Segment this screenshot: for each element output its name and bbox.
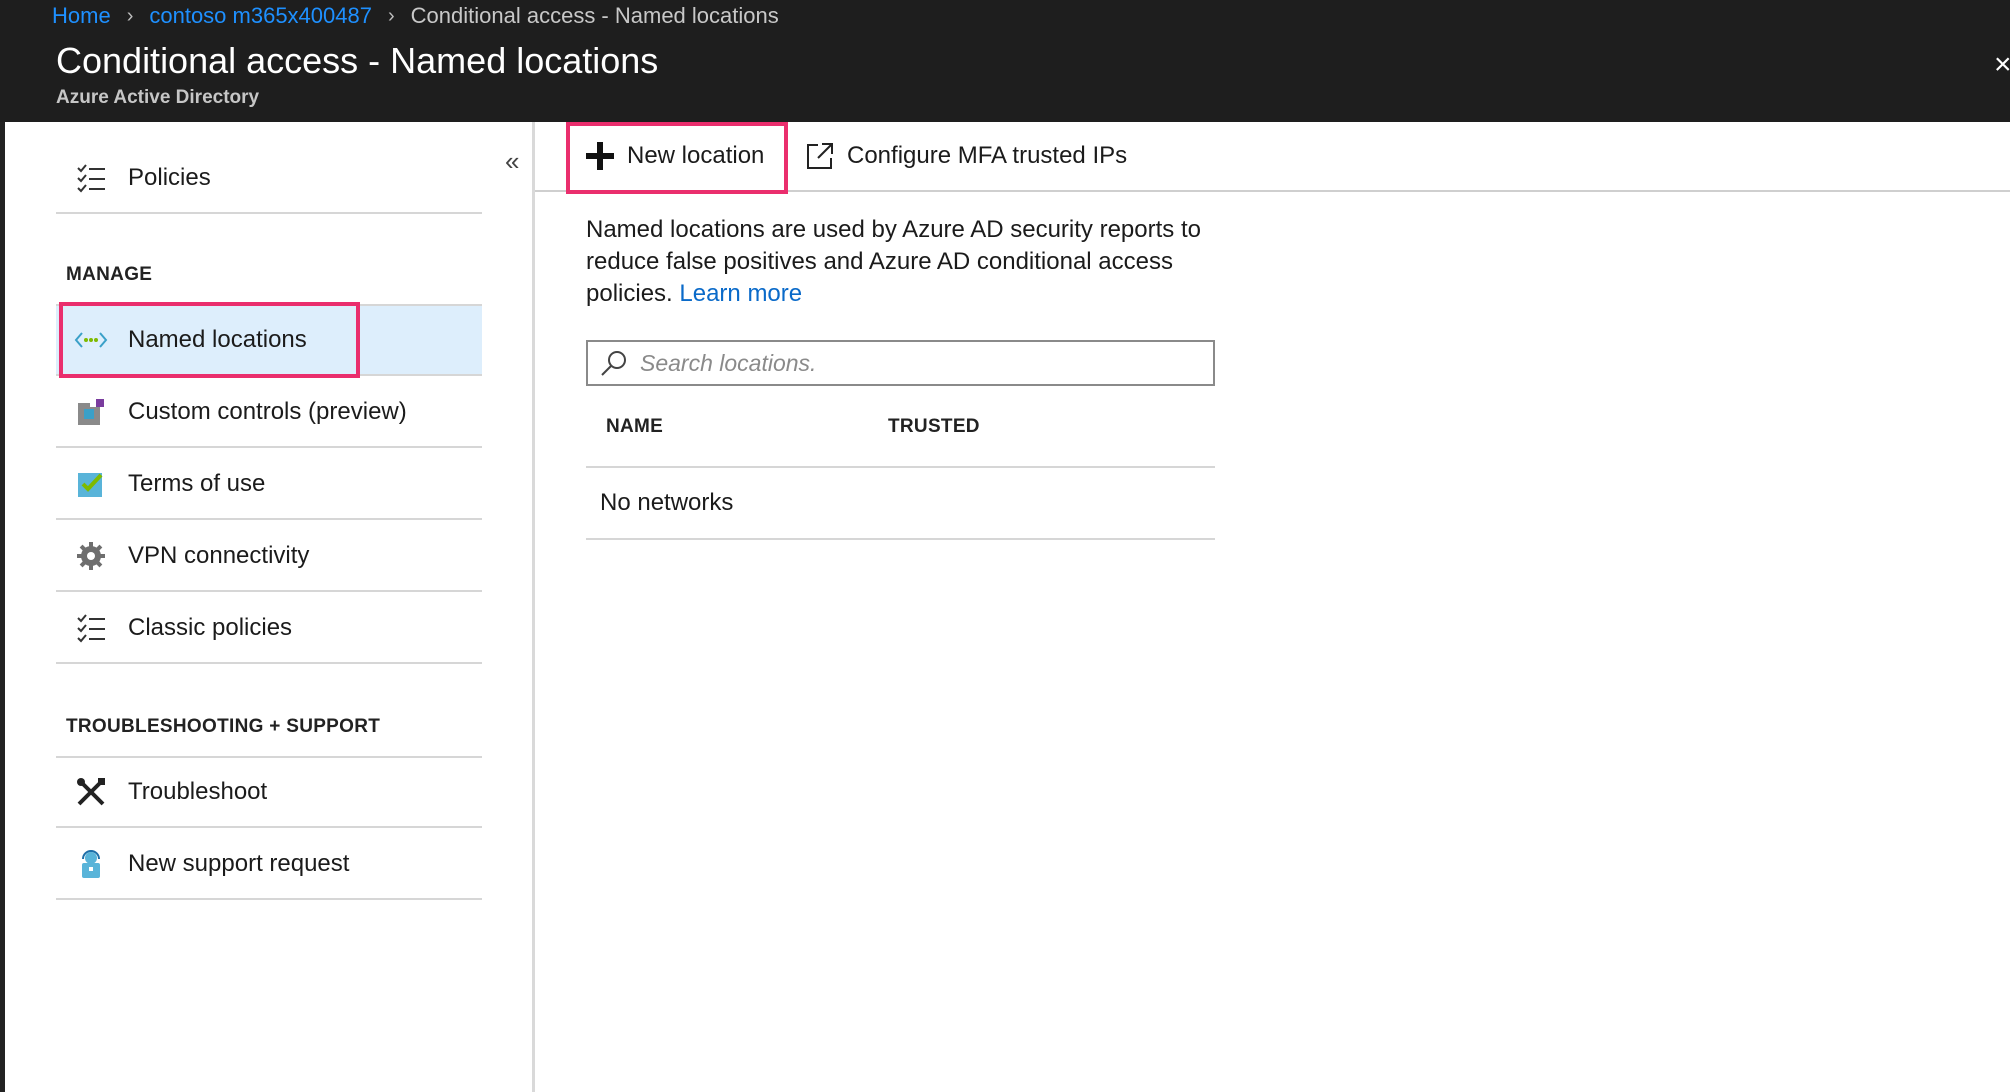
named-locations-icon [74,323,108,357]
sidebar-item-new-support-request[interactable]: New support request [56,830,482,900]
search-box[interactable] [586,340,1215,386]
command-bar: New location Configure MFA trusted IPs [535,122,2010,192]
sidebar-item-policies[interactable]: Policies [56,144,482,214]
table-divider [586,466,1215,468]
external-link-icon [805,141,835,171]
configure-mfa-trusted-ips-button[interactable]: Configure MFA trusted IPs [805,122,1127,190]
checklist-icon [74,611,108,645]
custom-controls-icon [74,395,108,429]
breadcrumb-tenant[interactable]: contoso m365x400487 [149,3,372,29]
new-location-button[interactable]: New location [585,122,764,190]
checklist-icon [74,161,108,195]
sidebar-item-label: Custom controls (preview) [128,398,407,425]
page-subtitle: Azure Active Directory [56,87,260,108]
section-heading-manage: MANAGE [66,264,153,285]
breadcrumb-separator-icon: › [387,4,395,27]
sidebar-item-label: Policies [128,164,211,191]
description: Named locations are used by Azure AD sec… [586,214,1226,310]
close-icon[interactable]: × [1994,48,2010,82]
sidebar-divider [532,122,535,1092]
sidebar-item-label: Terms of use [128,470,266,497]
column-header-name[interactable]: NAME [606,416,663,438]
sidebar-item-label: VPN connectivity [128,542,310,569]
plus-icon [585,141,615,171]
breadcrumb-home[interactable]: Home [52,3,111,29]
terms-of-use-icon [74,467,108,501]
breadcrumb-current: Conditional access - Named locations [410,3,779,28]
top-bar: Home › contoso m365x400487 › Conditional… [0,0,2010,122]
sidebar-item-label: Troubleshoot [128,778,268,805]
section-heading-troubleshooting-support: TROUBLESHOOTING + SUPPORT [66,716,381,737]
gear-icon [74,539,108,573]
sidebar-item-vpn-connectivity[interactable]: VPN connectivity [56,522,482,592]
learn-more-link[interactable]: Learn more [679,280,802,307]
sidebar-item-terms-of-use[interactable]: Terms of use [56,450,482,520]
sidebar-item-label: New support request [128,850,350,877]
sidebar-item-classic-policies[interactable]: Classic policies [56,594,482,664]
sidebar-item-label: Classic policies [128,614,293,641]
empty-state-text: No networks [600,489,734,516]
search-icon [600,349,628,377]
configure-mfa-label: Configure MFA trusted IPs [847,142,1128,169]
tools-icon [74,775,108,809]
page-title: Conditional access - Named locations [56,40,659,81]
search-input[interactable] [638,348,1202,378]
sidebar-item-label: Named locations [128,326,307,353]
sidebar-item-troubleshoot[interactable]: Troubleshoot [56,758,482,828]
collapse-sidebar-icon[interactable]: « [505,146,519,177]
column-header-trusted[interactable]: TRUSTED [888,416,980,438]
support-person-icon [74,847,108,881]
new-location-label: New location [627,142,765,169]
breadcrumb-separator-icon: › [126,4,134,27]
breadcrumb: Home › contoso m365x400487 › Conditional… [52,0,779,32]
table-divider [586,538,1215,540]
sidebar-item-named-locations[interactable]: Named locations [56,306,482,376]
sidebar-item-custom-controls[interactable]: Custom controls (preview) [56,378,482,448]
